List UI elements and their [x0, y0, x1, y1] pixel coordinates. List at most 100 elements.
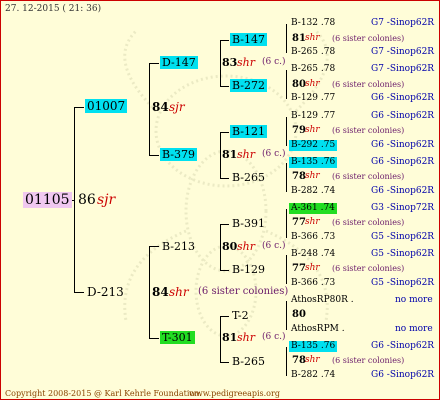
gen2-a-number: 83: [222, 56, 238, 69]
gen4-id[interactable]: B-265 .78: [291, 48, 335, 57]
gen1-a-id[interactable]: 01007: [85, 99, 128, 113]
connector-gen4: [286, 347, 287, 376]
gen3-id[interactable]: B-391: [232, 218, 265, 229]
connector: [220, 224, 229, 225]
gen1-b-number: 84: [152, 285, 169, 299]
gen2-d-id[interactable]: T-301: [160, 331, 195, 344]
gen3-sister: (6 sister colonies): [332, 264, 405, 273]
connector: [220, 86, 229, 87]
connector: [149, 338, 159, 339]
gen2-d-sister: (6 c.): [262, 332, 286, 342]
gen4-id[interactable]: B-135 .76: [289, 157, 338, 168]
connector-gen4: [286, 301, 287, 330]
gen4-line: G6 -Sinop62R: [371, 93, 435, 103]
gen3-note: shr: [305, 171, 320, 181]
connector-gen4: [286, 117, 287, 146]
gen2-a-id[interactable]: D-147: [160, 56, 198, 69]
gen4-id[interactable]: B-366 .73: [291, 279, 335, 288]
gen3-sister: (6 sister colonies): [332, 126, 405, 135]
connector-gen4: [286, 70, 287, 99]
connector-gen3: [220, 40, 221, 87]
connector: [74, 292, 84, 293]
gen3-sister: (6 sister colonies): [332, 34, 405, 43]
connector: [220, 316, 229, 317]
gen4-id[interactable]: B-248 .74: [291, 250, 335, 259]
gen4-line: G6 -Sinop62R: [371, 186, 435, 196]
gen2-c-id[interactable]: B-213: [162, 241, 195, 252]
gen1-a-note: sjr: [169, 100, 185, 114]
gen4-id[interactable]: B-282 .74: [291, 371, 335, 380]
connector-gen2-upper: [149, 63, 150, 156]
gen2-b-id[interactable]: B-379: [160, 148, 197, 161]
gen3-number: 78: [292, 355, 306, 366]
gen2-b-note: shr: [237, 148, 255, 161]
gen4-id[interactable]: B-132 .78: [291, 19, 335, 28]
pedigree-frame: 27. 12-2015 ( 21: 36) Copyright 2008-201…: [0, 0, 440, 400]
gen3-note: shr: [305, 79, 320, 89]
gen3-note: shr: [305, 355, 320, 365]
connector: [220, 178, 229, 179]
gen3-id[interactable]: B-129: [232, 264, 265, 275]
root-note: sjr: [97, 192, 116, 208]
connector-gen2-lower: [149, 246, 150, 339]
gen4-id[interactable]: A-361 .74: [289, 203, 337, 214]
gen2-c-number: 80: [222, 240, 238, 253]
copyright-text: Copyright 2008-2015 @ Karl Kehrle Founda…: [5, 389, 202, 398]
gen4-line: G5 -Sinop62R: [371, 278, 435, 288]
root-number: 86: [78, 192, 96, 208]
gen4-line: G6 -Sinop62R: [371, 370, 435, 380]
gen4-id[interactable]: B-292 .75: [289, 140, 338, 151]
gen3-sister: (6 sister colonies): [332, 172, 405, 181]
gen3-id[interactable]: B-121: [230, 125, 267, 138]
gen1-b-sister: (6 sister colonies): [198, 286, 289, 297]
gen3-id[interactable]: B-265: [232, 172, 265, 183]
gen4-id[interactable]: B-129 .77: [291, 94, 335, 103]
root-colony-id[interactable]: 01105: [23, 192, 72, 208]
gen2-d-note: shr: [237, 331, 255, 344]
connector: [74, 107, 84, 108]
gen4-line: G5 -Sinop62R: [371, 249, 435, 259]
gen4-line: G6 -Sinop62R: [371, 140, 435, 150]
gen4-id[interactable]: B-265 .78: [291, 65, 335, 74]
connector-gen3: [220, 224, 221, 271]
gen2-d-number: 81: [222, 331, 238, 344]
gen3-number: 80: [292, 309, 306, 320]
footer-site-link[interactable]: www.pedigreeapis.org: [189, 390, 280, 398]
gen2-c-note: shr: [237, 240, 255, 253]
connector-gen3: [220, 132, 221, 179]
gen4-id[interactable]: B-129 .77: [291, 112, 335, 121]
gen4-id[interactable]: AthosRPM .: [291, 325, 345, 334]
gen3-number: 78: [292, 171, 306, 182]
gen3-number: 79: [292, 125, 306, 136]
gen3-id[interactable]: T-2: [232, 310, 249, 321]
gen2-a-note: shr: [237, 56, 255, 69]
connector-gen3: [220, 316, 221, 363]
gen4-line: G3 -Sinop72R: [371, 203, 435, 213]
gen1-b-id[interactable]: D-213: [87, 286, 124, 298]
gen3-number: 80: [292, 79, 306, 90]
gen3-number: 81: [292, 33, 306, 44]
gen4-id[interactable]: B-282 .74: [291, 187, 335, 196]
connector-gen4: [286, 209, 287, 238]
connector: [220, 270, 229, 271]
gen4-line: no more: [395, 295, 433, 305]
gen3-id[interactable]: B-147: [230, 33, 267, 46]
gen3-sister: (6 sister colonies): [332, 80, 405, 89]
gen2-b-sister: (6 c.): [262, 149, 286, 159]
gen4-id[interactable]: B-366 .73: [291, 233, 335, 242]
gen3-id[interactable]: B-272: [230, 79, 267, 92]
gen3-id[interactable]: B-265: [232, 356, 265, 367]
gen4-line: G6 -Sinop62R: [371, 157, 435, 167]
gen4-line: no more: [395, 324, 433, 334]
gen1-a-number: 84: [152, 100, 169, 114]
connector-gen4: [286, 24, 287, 53]
gen4-id[interactable]: B-135 .76: [289, 341, 338, 352]
gen4-line: G6 -Sinop62R: [371, 341, 435, 351]
gen4-line: G5 -Sinop62R: [371, 232, 435, 242]
connector: [149, 63, 159, 64]
gen3-sister: (6 sister colonies): [332, 218, 405, 227]
connector-gen4: [286, 255, 287, 284]
connector-gen4: [286, 163, 287, 192]
gen4-line: G7 -Sinop62R: [371, 18, 435, 28]
gen4-id[interactable]: AthosRP80R .: [291, 296, 354, 305]
